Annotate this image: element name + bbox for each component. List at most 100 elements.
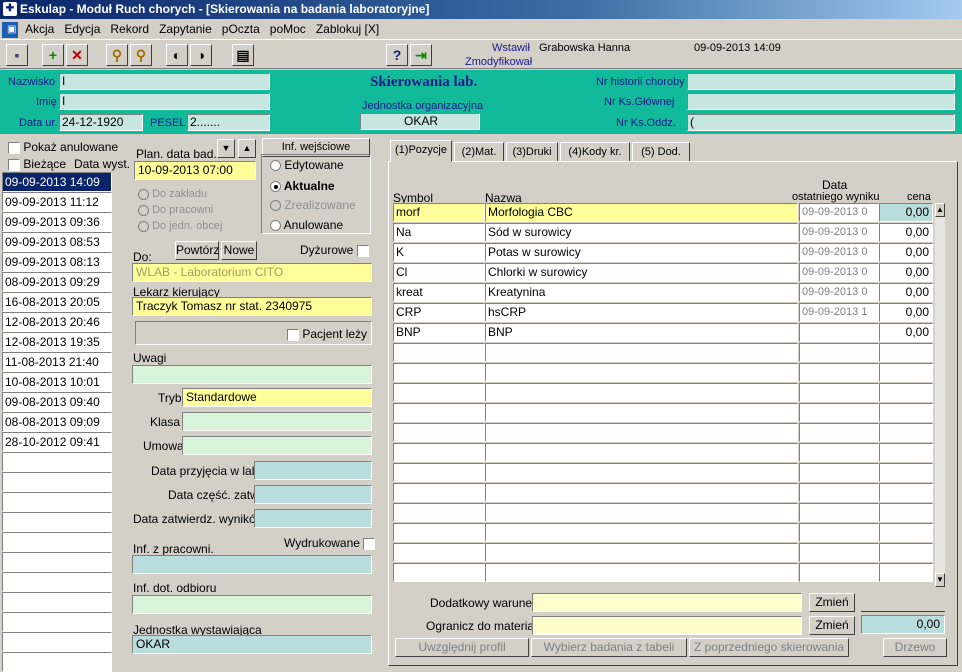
search-icon[interactable]: ⚲ (106, 44, 128, 66)
table-row[interactable] (393, 343, 933, 363)
pokaz-anulowane-checkbox[interactable]: Pokaż anulowane (8, 140, 118, 154)
z-poprzedniego-button[interactable]: Z poprzedniego skierowania (689, 638, 849, 657)
cell-cena[interactable] (879, 443, 933, 462)
do-field[interactable]: WLAB - Laboratorium CITO (132, 263, 372, 282)
cell-nazwa[interactable]: Sód w surowicy (485, 223, 798, 242)
list-item[interactable]: 09-09-2013 14:09 (2, 172, 112, 192)
cell-nazwa[interactable]: Kreatynina (485, 283, 798, 302)
cell-symbol[interactable] (393, 483, 485, 502)
dyzurowe-checkbox[interactable]: Dyżurowe (300, 243, 369, 257)
cell-data[interactable] (799, 423, 879, 442)
sort-up-button[interactable]: ▲ (238, 139, 256, 158)
list-item[interactable]: 28-10-2012 09:41 (2, 432, 112, 452)
plan-date-field[interactable]: 10-09-2013 07:00 (134, 161, 256, 180)
tab-dod[interactable]: (5) Dod. (632, 142, 690, 162)
list-item[interactable] (2, 552, 112, 572)
table-row[interactable] (393, 403, 933, 423)
cell-nazwa[interactable] (485, 443, 798, 462)
cell-data[interactable]: 09-09-2013 1 (799, 303, 879, 322)
tab-pozycje[interactable]: (1)Pozycje (390, 140, 452, 162)
cell-nazwa[interactable]: hsCRP (485, 303, 798, 322)
list-item[interactable]: 10-08-2013 10:01 (2, 372, 112, 392)
search-execute-icon[interactable]: ⚲ (130, 44, 152, 66)
table-row[interactable] (393, 483, 933, 503)
list-item[interactable]: 08-09-2013 09:29 (2, 272, 112, 292)
nr-ks-gl-field[interactable] (687, 93, 955, 110)
list-item[interactable] (2, 492, 112, 512)
cell-cena[interactable] (879, 343, 933, 362)
list-item[interactable]: 09-09-2013 08:53 (2, 232, 112, 252)
cell-data[interactable] (799, 563, 879, 582)
cell-cena[interactable]: 0,00 (879, 243, 933, 262)
cell-data[interactable] (799, 503, 879, 522)
dodatkowy-field[interactable] (532, 593, 802, 612)
table-row[interactable] (393, 503, 933, 523)
add-icon[interactable]: + (42, 44, 64, 66)
umowa-field[interactable] (182, 436, 372, 455)
menu-rekord[interactable]: Rekord (105, 19, 154, 39)
cell-cena[interactable] (879, 543, 933, 562)
ogranicz-field[interactable] (532, 616, 802, 635)
cell-data[interactable] (799, 443, 879, 462)
cell-nazwa[interactable]: Potas w surowicy (485, 243, 798, 262)
wybierz-z-tabeli-button[interactable]: Wybierz badania z tabeli (531, 638, 687, 657)
list-item[interactable]: 12-08-2013 19:35 (2, 332, 112, 352)
cell-cena[interactable]: 0,00 (879, 323, 933, 342)
status-aktualne[interactable]: Aktualne (270, 179, 335, 193)
cell-symbol[interactable] (393, 463, 485, 482)
table-row[interactable] (393, 543, 933, 563)
table-row[interactable] (393, 523, 933, 543)
nr-ks-odd-field[interactable]: ( (687, 114, 955, 131)
tab-druki[interactable]: (3)Druki (506, 142, 558, 162)
cell-symbol[interactable] (393, 383, 485, 402)
drzewo-button[interactable]: Drzewo (883, 638, 947, 657)
list-item[interactable] (2, 532, 112, 552)
cell-nazwa[interactable] (485, 423, 798, 442)
cell-symbol[interactable] (393, 363, 485, 382)
cell-cena[interactable]: 0,00 (879, 283, 933, 302)
menu-pomoc[interactable]: poMoc (265, 19, 311, 39)
cell-symbol[interactable] (393, 423, 485, 442)
cell-symbol[interactable] (393, 523, 485, 542)
wydrukowane-checkbox[interactable]: Wydrukowane (284, 536, 376, 550)
powtorz-button[interactable]: Powtórz (175, 241, 219, 260)
list-item[interactable] (2, 652, 112, 672)
list-item[interactable]: 12-08-2013 20:46 (2, 312, 112, 332)
cell-nazwa[interactable] (485, 523, 798, 542)
inf-odb-field[interactable] (132, 595, 372, 614)
menu-zablokuj[interactable]: Zablokuj [X] (311, 19, 384, 39)
jednostka-field[interactable]: OKAR (360, 113, 480, 130)
mdi-document-icon[interactable]: ▣ (2, 21, 18, 38)
cell-symbol[interactable] (393, 443, 485, 462)
jedn-wyst-field[interactable]: OKAR (132, 635, 372, 654)
list-item[interactable] (2, 512, 112, 532)
list-item[interactable]: 09-08-2013 09:40 (2, 392, 112, 412)
first-record-icon[interactable]: ◐ (166, 44, 188, 66)
menu-akcja[interactable]: Akcja (20, 19, 59, 39)
cell-data[interactable]: 09-09-2013 0 (799, 263, 879, 282)
nazwisko-field[interactable]: I (59, 73, 270, 90)
cell-data[interactable] (799, 483, 879, 502)
uwzglednij-profil-button[interactable]: Uwzględnij profil (395, 638, 529, 657)
cell-nazwa[interactable] (485, 403, 798, 422)
list-item[interactable] (2, 612, 112, 632)
menu-zapytanie[interactable]: Zapytanie (154, 19, 217, 39)
cell-cena[interactable] (879, 383, 933, 402)
cell-symbol[interactable] (393, 343, 485, 362)
list-item[interactable]: 16-08-2013 20:05 (2, 292, 112, 312)
cell-symbol[interactable] (393, 503, 485, 522)
list-item[interactable]: 11-08-2013 21:40 (2, 352, 112, 372)
cell-nazwa[interactable] (485, 503, 798, 522)
klasa-field[interactable] (182, 412, 372, 431)
exit-icon[interactable]: ⇥ (410, 44, 432, 66)
lekarz-field[interactable]: Traczyk Tomasz nr stat. 2340975 (132, 297, 372, 316)
cell-nazwa[interactable] (485, 343, 798, 362)
cell-data[interactable] (799, 343, 879, 362)
data-zatw-field[interactable] (254, 509, 372, 528)
cell-data[interactable] (799, 363, 879, 382)
cell-nazwa[interactable] (485, 363, 798, 382)
cell-cena[interactable]: 0,00 (879, 223, 933, 242)
data-przyjecia-field[interactable] (254, 461, 372, 480)
cell-cena[interactable]: 0,00 (879, 303, 933, 322)
cell-symbol[interactable]: kreat (393, 283, 485, 302)
